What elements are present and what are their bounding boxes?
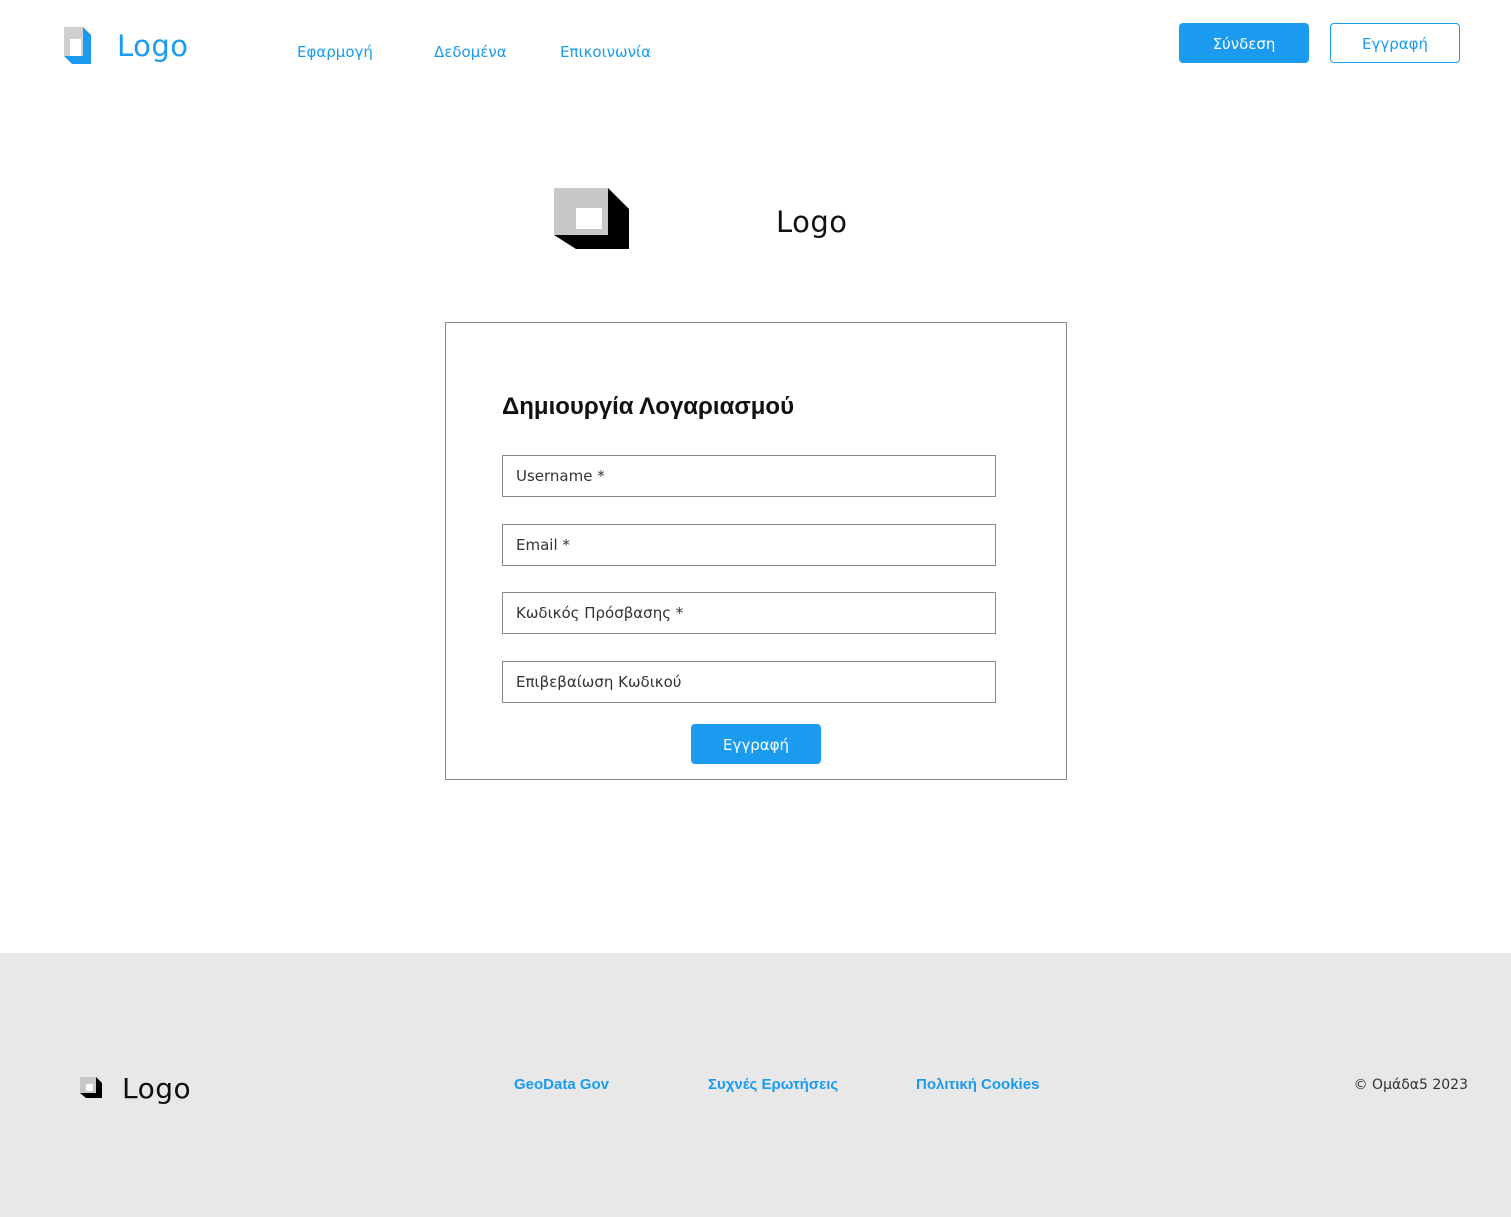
footer-link-geodata[interactable]: GeoData Gov <box>514 1075 609 1095</box>
footer-logo-text: Logo <box>122 1072 192 1105</box>
login-button[interactable]: Σύνδεση <box>1179 23 1309 63</box>
form-title: Δημιουργία Λογαριασμού <box>502 393 795 420</box>
footer-logo: Logo <box>80 1069 240 1109</box>
footer-link-faq[interactable]: Συχνές Ερωτήσεις <box>708 1075 838 1095</box>
header-register-button[interactable]: Εγγραφή <box>1330 23 1460 63</box>
submit-register-button[interactable]: Εγγραφή <box>691 724 821 764</box>
nav-link-contact[interactable]: Επικοινωνία <box>560 42 651 62</box>
logo-mark-icon <box>64 27 91 64</box>
center-logo-text: Logo <box>776 205 848 239</box>
password-input[interactable] <box>502 592 996 634</box>
footer: Logo GeoData Gov Συχνές Ερωτήσεις Πολιτι… <box>0 953 1511 1217</box>
email-input[interactable] <box>502 524 996 566</box>
confirm-password-input[interactable] <box>502 661 996 703</box>
logo-mark-icon <box>80 1077 102 1098</box>
copyright-text: © Ομάδα5 2023 <box>1353 1077 1468 1093</box>
registration-card: Δημιουργία Λογαριασμού Εγγραφή <box>445 322 1067 780</box>
nav-link-application[interactable]: Εφαρμογή <box>297 42 373 62</box>
logo-mark-icon <box>554 188 629 249</box>
username-input[interactable] <box>502 455 996 497</box>
footer-link-cookies[interactable]: Πολιτική Cookies <box>916 1075 1039 1095</box>
center-logo: Logo <box>554 188 854 250</box>
nav-link-data[interactable]: Δεδομένα <box>434 42 507 62</box>
header-logo-text: Logo <box>117 29 189 63</box>
top-header: Logo Εφαρμογή Δεδομένα Επικοινωνία Σύνδε… <box>0 0 1511 100</box>
